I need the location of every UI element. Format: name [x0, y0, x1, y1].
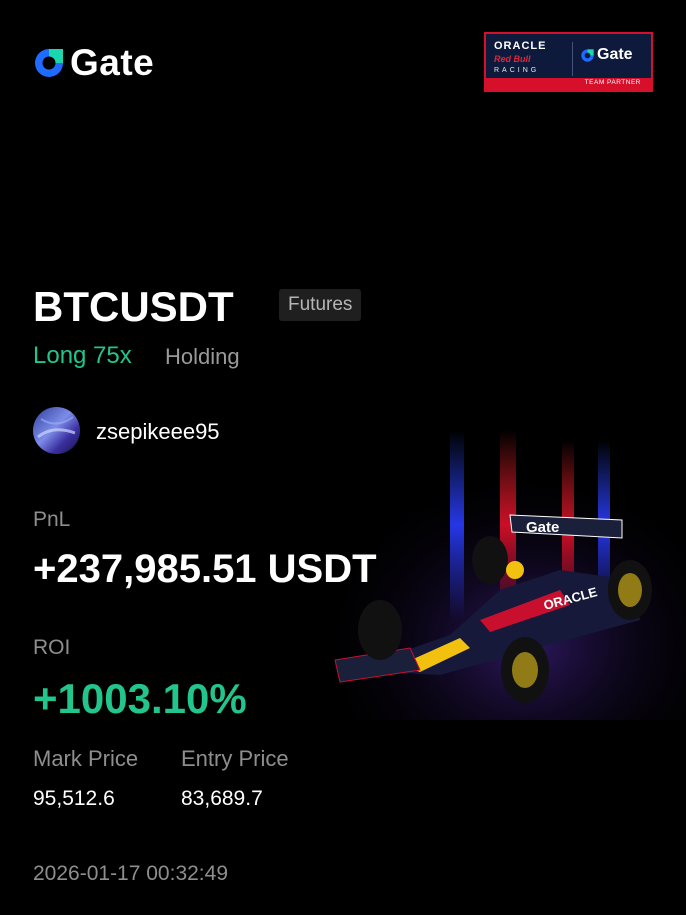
partner-gate-text: Gate — [597, 46, 633, 63]
mark-price-label: Mark Price — [33, 746, 139, 771]
gate-logo-icon — [581, 48, 594, 62]
brand-name: Gate — [70, 42, 155, 83]
futures-tag: Futures — [279, 289, 362, 321]
pnl-label: PnL — [33, 508, 71, 531]
roi-value: +1003.10% — [33, 675, 247, 722]
partner-label: TEAM PARTNER — [584, 79, 641, 86]
gate-logo: Gate — [32, 42, 155, 83]
roi-label: ROI — [33, 636, 71, 659]
position-side-leverage: Long 75x — [33, 342, 132, 369]
partner-label-bar: TEAM PARTNER — [486, 78, 651, 90]
user-avatar — [33, 407, 80, 454]
team-partner-badge: ORACLE Red Bull RACING Gate TEAM PARTNER — [484, 32, 653, 92]
oracle-text: ORACLE — [494, 40, 547, 52]
username: zsepikeee95 — [96, 419, 220, 444]
gate-logo-icon — [35, 49, 63, 77]
partner-gate-logo: Gate — [580, 46, 633, 64]
f1-car-image: Gate ORACLE — [330, 420, 686, 720]
redbull-text: Red Bull — [494, 54, 531, 64]
entry-price-value: 83,689.7 — [181, 787, 263, 810]
svg-text:Gate: Gate — [526, 519, 559, 536]
position-status: Holding — [165, 344, 240, 369]
avatar-image-icon — [33, 407, 80, 454]
badge-divider — [572, 42, 573, 76]
racing-text: RACING — [494, 67, 540, 74]
mark-price-value: 95,512.6 — [33, 787, 115, 810]
entry-price-label: Entry Price — [181, 746, 289, 771]
pnl-value: +237,985.51 USDT — [33, 547, 377, 591]
timestamp: 2026-01-17 00:32:49 — [33, 862, 228, 885]
trading-pair-symbol: BTCUSDT — [33, 283, 234, 330]
